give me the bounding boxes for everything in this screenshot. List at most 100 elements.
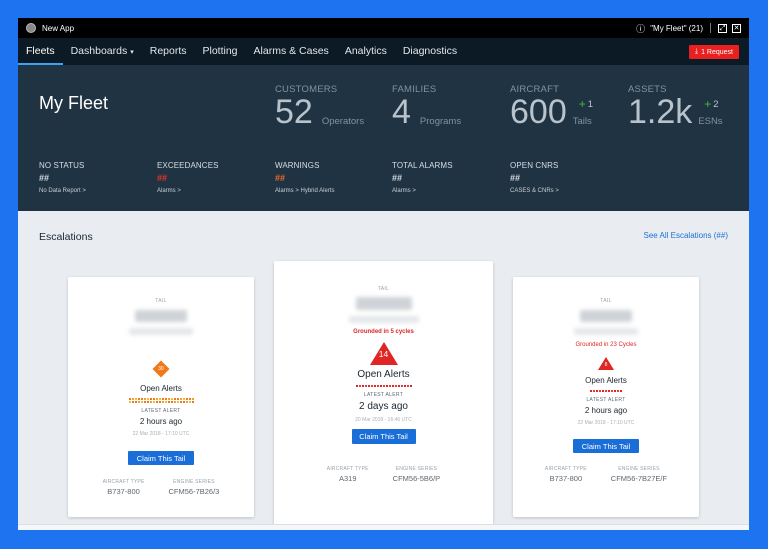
aircraft-type: AIRCRAFT TYPE B737-800 <box>103 479 145 496</box>
metric-label: EXCEEDANCES <box>157 161 219 170</box>
metric-value: ## <box>510 173 521 183</box>
engine-series: ENGINE SERIES CFM56-7B27E/F <box>611 466 667 483</box>
stat-customers-value: 52 <box>275 93 313 131</box>
claim-tail-button[interactable]: Claim This Tail <box>351 429 416 444</box>
severity-dot <box>134 400 137 403</box>
engine-series-label: ENGINE SERIES <box>173 479 215 485</box>
fleet-header: My Fleet CUSTOMERS 52 Operators FAMILIES… <box>18 65 749 211</box>
latest-alert-time: 2 hours ago <box>139 417 183 426</box>
operator-name-redacted <box>574 328 638 335</box>
metric-link[interactable]: CASES & CNRs > <box>510 188 559 194</box>
severity-dot <box>140 400 143 403</box>
aircraft-type-value: B737-800 <box>107 487 140 496</box>
severity-dot <box>185 397 188 400</box>
escalation-card: TAIL 30 Open Alerts LATEST ALERT 2 hours… <box>68 277 254 517</box>
nav-fleets[interactable]: Fleets <box>18 38 63 65</box>
expand-icon[interactable]: ⤢ <box>718 23 727 33</box>
metric-value: ## <box>39 173 50 183</box>
severity-dot <box>182 397 185 400</box>
severity-dot <box>170 400 173 403</box>
nav-diagnostics[interactable]: Diagnostics <box>403 38 457 65</box>
severity-dot <box>188 397 191 400</box>
metric-exceedances: EXCEEDANCES ## Alarms > <box>157 161 219 194</box>
engine-series-label: ENGINE SERIES <box>395 466 438 472</box>
severity-dot <box>152 400 155 403</box>
severity-dot <box>137 397 140 400</box>
alert-count: 30 <box>158 366 164 372</box>
stat-assets-delta-sign: + <box>704 97 712 111</box>
escalation-card-featured: TAIL Grounded in 5 cycles 14 Open Alerts… <box>274 261 493 530</box>
severity-dot <box>611 389 613 392</box>
alert-count: 8 <box>604 362 608 368</box>
metric-link[interactable]: Alarms > <box>392 188 453 194</box>
claim-tail-button[interactable]: Claim This Tail <box>128 451 194 465</box>
info-circle-icon[interactable]: ⓘ <box>636 22 645 35</box>
nav-dashboards-label: Dashboards <box>70 45 128 57</box>
stat-customers[interactable]: CUSTOMERS 52 Operators <box>275 84 364 129</box>
tail-label: TAIL <box>600 298 612 304</box>
severity-dot <box>388 384 391 387</box>
severity-dot <box>146 397 149 400</box>
severity-dot <box>170 397 173 400</box>
engine-series-value: CFM56-5B6/P <box>392 474 441 483</box>
alert-severity-bar <box>127 397 195 403</box>
severity-dot <box>161 400 164 403</box>
claim-tail-button[interactable]: Claim This Tail <box>573 439 639 453</box>
nav-analytics[interactable]: Analytics <box>345 38 387 65</box>
alert-severity-bar <box>589 389 623 392</box>
stat-customers-unit: Operators <box>321 116 365 127</box>
close-icon[interactable]: ✕ <box>732 23 741 33</box>
severity-dot <box>137 400 140 403</box>
nav-dashboards[interactable]: Dashboards ▾ <box>71 38 134 65</box>
severity-dot <box>173 400 176 403</box>
tail-number-redacted <box>135 310 187 322</box>
stat-aircraft-unit: Tails <box>572 116 592 127</box>
severity-dot <box>406 384 409 387</box>
stat-assets[interactable]: ASSETS 1.2k + 2 ESNs <box>628 84 723 129</box>
severity-dot <box>379 384 382 387</box>
severity-dot <box>146 400 149 403</box>
severity-dot <box>596 389 598 392</box>
severity-dot <box>605 389 607 392</box>
engine-series-value: CFM56-7B27E/F <box>610 474 668 483</box>
latest-alert-time: 2 hours ago <box>584 406 628 415</box>
grounded-warning: Grounded in 5 cycles <box>353 329 414 335</box>
stat-aircraft[interactable]: AIRCRAFT 600 + 1 Tails <box>510 84 593 129</box>
severity-dot <box>134 397 137 400</box>
severity-dot <box>364 384 367 387</box>
metric-value: ## <box>392 173 403 183</box>
stat-families[interactable]: FAMILIES 4 Programs <box>392 84 461 129</box>
escalation-card: TAIL Grounded in 23 Cycles 8 Open Alerts… <box>513 277 699 517</box>
severity-dot <box>376 384 379 387</box>
aircraft-type: AIRCRAFT TYPE B737-800 <box>545 466 587 483</box>
latest-alert-label: LATEST ALERT <box>141 408 181 414</box>
stat-assets-unit: ESNs <box>698 116 723 127</box>
main-nav: Fleets Dashboards ▾ Reports Plotting Alar… <box>18 38 749 65</box>
see-all-escalations-link[interactable]: See All Escalations (##) <box>644 231 729 240</box>
fleet-selector[interactable]: "My Fleet" (21) <box>650 24 703 33</box>
severity-dot <box>373 384 376 387</box>
metric-link[interactable]: No Data Report > <box>39 188 86 194</box>
severity-dot <box>158 397 161 400</box>
request-button[interactable]: ⤓ 1 Request <box>688 45 739 59</box>
nav-alarms-cases[interactable]: Alarms & Cases <box>254 38 329 65</box>
nav-reports[interactable]: Reports <box>150 38 187 65</box>
metric-link[interactable]: Alarms > <box>157 188 219 194</box>
title-divider <box>710 23 711 33</box>
metric-open-cnrs: OPEN CNRS ## CASES & CNRs > <box>510 161 559 194</box>
nav-plotting[interactable]: Plotting <box>203 38 238 65</box>
severity-dot <box>391 384 394 387</box>
severity-dot <box>176 397 179 400</box>
severity-dot <box>182 400 185 403</box>
bottom-strip <box>18 524 749 530</box>
escalations-section: Escalations See All Escalations (##) TAI… <box>18 211 749 530</box>
open-alerts-label: Open Alerts <box>585 376 627 385</box>
latest-alert-label: LATEST ALERT <box>586 397 626 403</box>
metric-label: OPEN CNRS <box>510 161 559 170</box>
operator-name-redacted <box>348 316 419 323</box>
open-alerts-label: Open Alerts <box>357 369 410 380</box>
severity-dot <box>602 389 604 392</box>
metric-link[interactable]: Alarms > Hybrid Alerts <box>275 188 335 194</box>
severity-dot <box>143 397 146 400</box>
request-label: 1 Request <box>701 48 733 56</box>
